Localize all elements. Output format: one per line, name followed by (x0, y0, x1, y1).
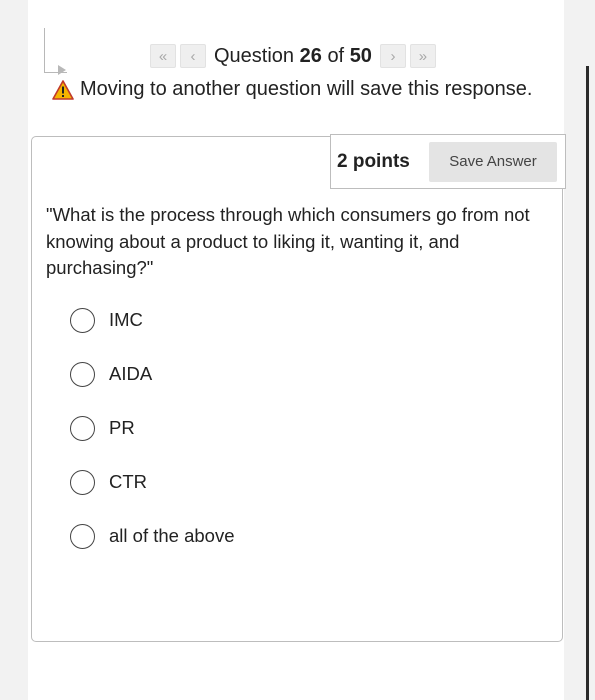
option-imc[interactable]: IMC (70, 306, 234, 334)
radio-button[interactable] (70, 469, 95, 495)
warning-text: Moving to another question will save thi… (80, 78, 533, 100)
chevron-left-icon[interactable]: ‹ (180, 44, 206, 68)
radio-button[interactable] (70, 307, 95, 333)
double-chevron-right-icon[interactable]: » (409, 44, 436, 68)
points-label: 2 points (337, 150, 410, 172)
option-label: AIDA (109, 363, 153, 384)
question-counter: Question 26 of 50 (214, 44, 372, 67)
save-warning: Moving to another question will save thi… (52, 78, 532, 101)
points-box: 2 points Save Answer (330, 134, 566, 189)
connector-arrow-icon (58, 65, 66, 75)
option-label: IMC (109, 309, 143, 330)
question-navigation: « ‹ Question 26 of 50 › » (150, 44, 440, 68)
option-pr[interactable]: PR (70, 414, 234, 442)
warning-triangle-icon (52, 79, 74, 100)
option-label: PR (109, 417, 135, 438)
scrollbar[interactable] (586, 66, 589, 700)
option-all-of-the-above[interactable]: all of the above (70, 522, 234, 550)
radio-button[interactable] (70, 523, 95, 549)
radio-button[interactable] (70, 361, 95, 387)
answer-options: IMC AIDA PR CTR all of the above (70, 306, 234, 576)
option-label: CTR (109, 471, 148, 492)
chevron-right-icon[interactable]: › (379, 44, 406, 68)
save-answer-button[interactable]: Save Answer (429, 141, 557, 182)
option-ctr[interactable]: CTR (70, 468, 234, 496)
question-text: "What is the process through which consu… (46, 204, 530, 278)
radio-button[interactable] (70, 415, 95, 441)
option-aida[interactable]: AIDA (70, 360, 234, 388)
option-label: all of the above (109, 525, 235, 546)
double-chevron-left-icon[interactable]: « (150, 44, 176, 68)
